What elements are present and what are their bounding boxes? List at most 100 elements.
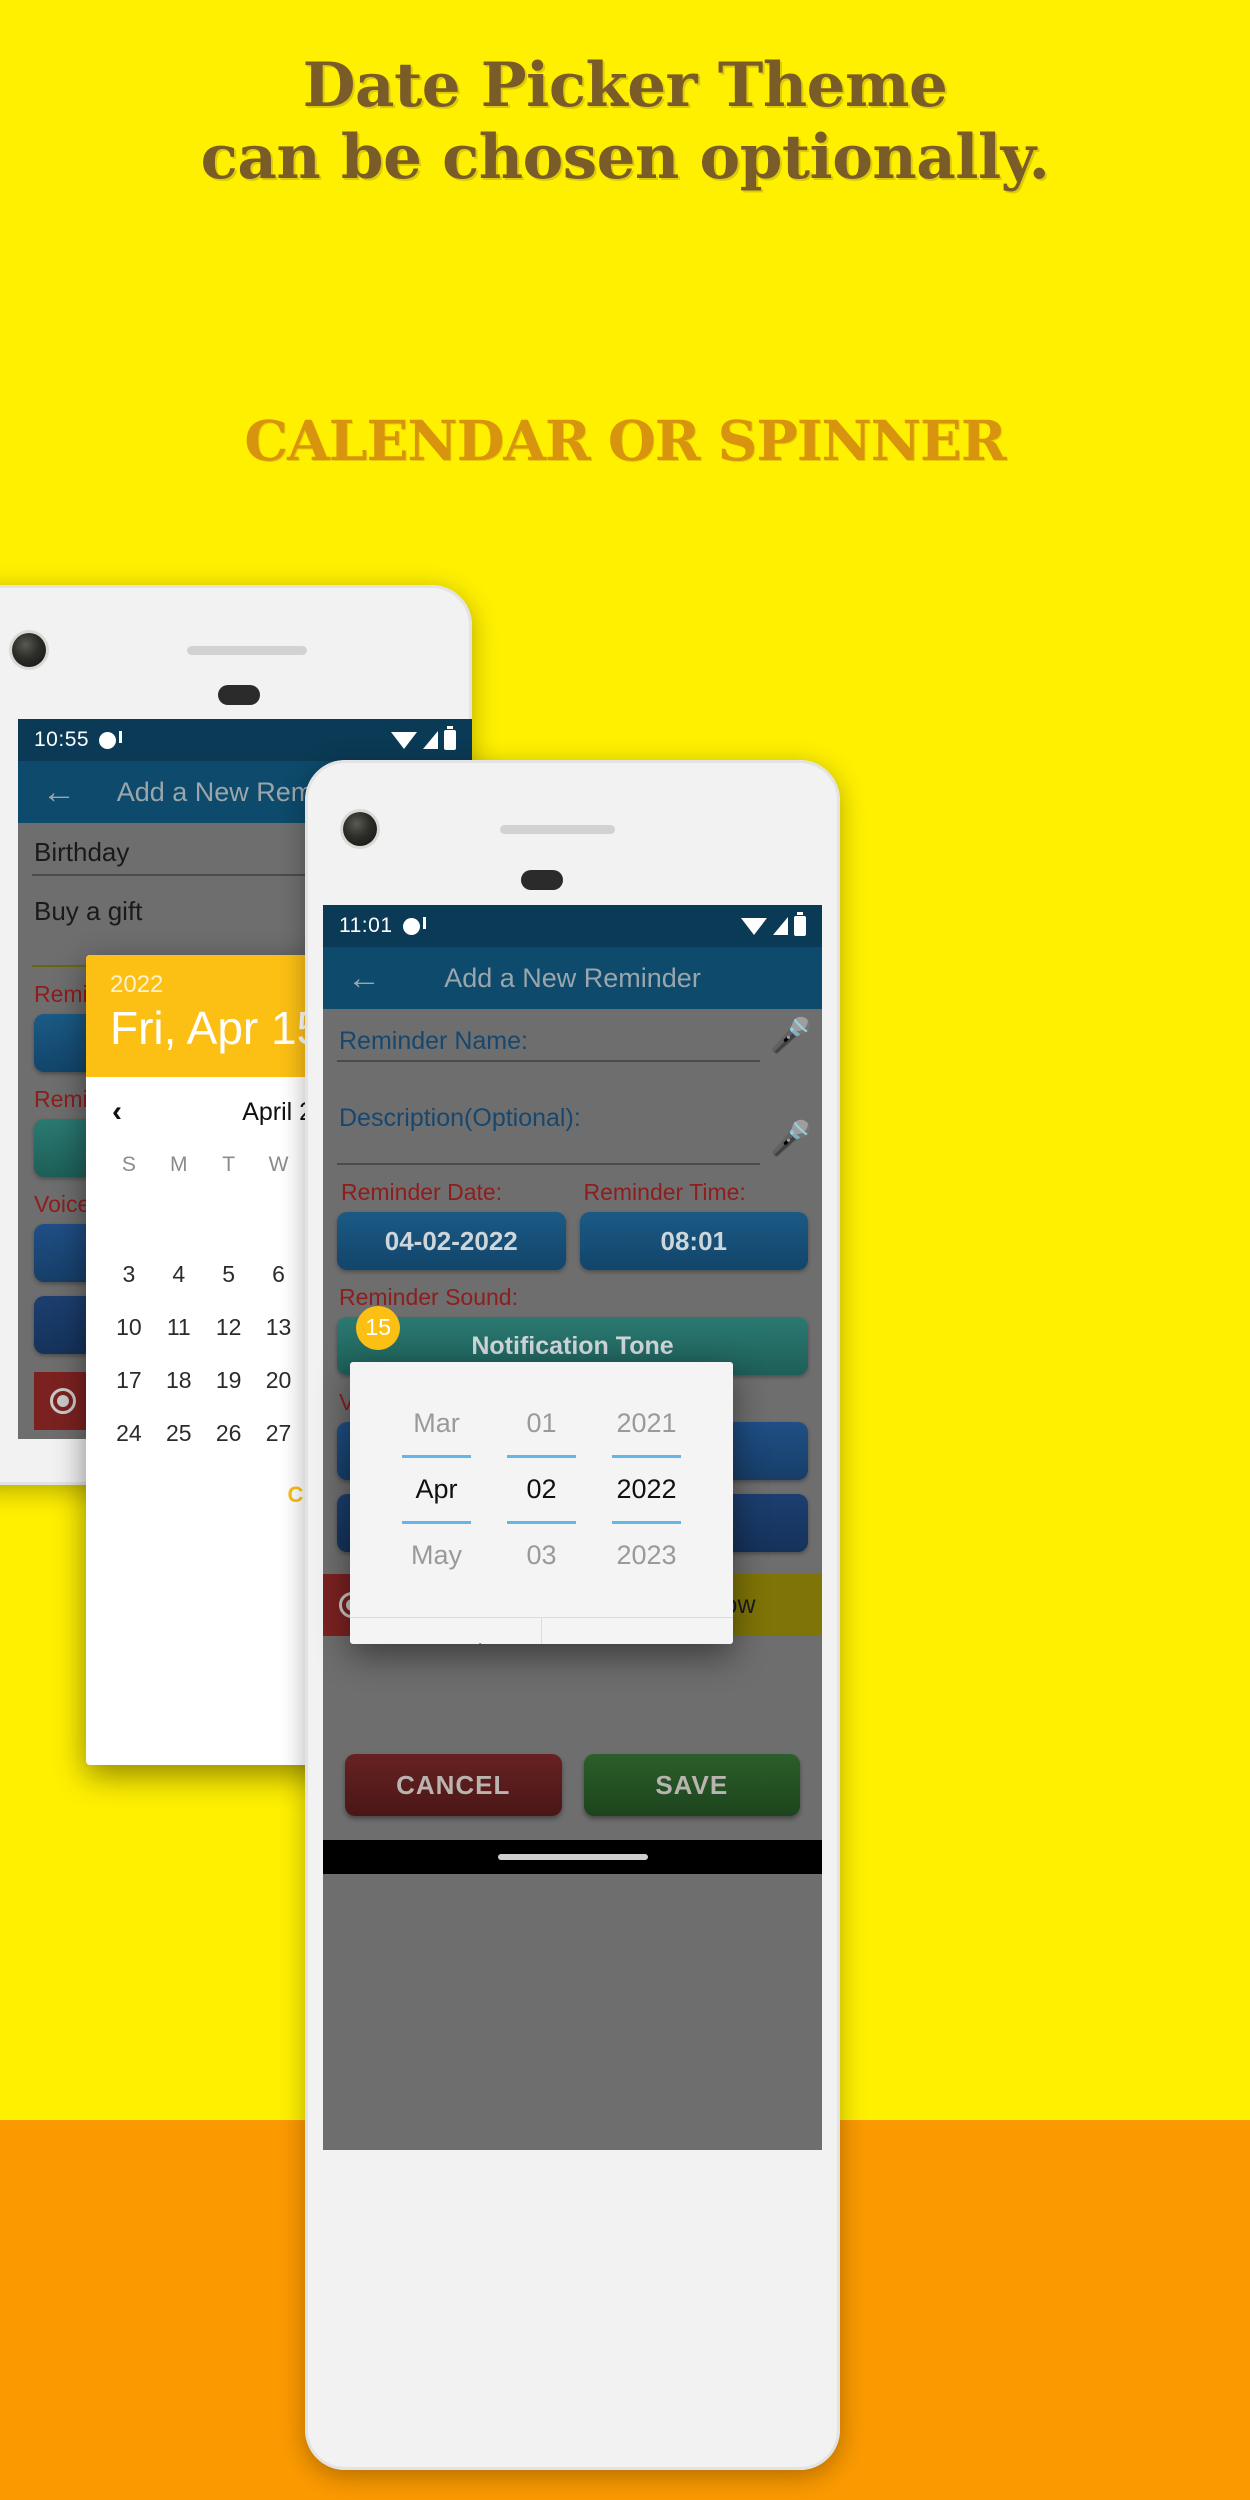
status-icons	[741, 912, 806, 936]
spinner-column-month[interactable]: Mar Apr May	[384, 1392, 489, 1587]
right-status-bar: 11:01	[323, 905, 822, 947]
battery-icon	[444, 726, 456, 750]
calendar-day-label: 17	[116, 1367, 142, 1393]
calendar-dow-1: M	[170, 1153, 188, 1176]
reminder-time-button[interactable]: 08:01	[579, 1212, 808, 1270]
calendar-day-17[interactable]: 17	[104, 1354, 154, 1407]
radio-selected-icon	[50, 1388, 76, 1414]
calendar-dow-3: W	[268, 1153, 289, 1176]
chevron-left-icon[interactable]: ‹	[112, 1095, 152, 1129]
calendar-day-label: 3	[122, 1261, 136, 1287]
calendar-day-label: 12	[215, 1314, 242, 1340]
spinner-ok-button[interactable]: OK	[541, 1618, 733, 1644]
calendar-day-label: 18	[165, 1367, 192, 1393]
sensor-pill	[521, 870, 563, 890]
calendar-day-label: 10	[116, 1314, 142, 1340]
cancel-button[interactable]: CANCEL	[345, 1754, 562, 1816]
microphone-icon: 🎤	[769, 1017, 813, 1055]
calendar-day-11[interactable]: 11	[154, 1301, 204, 1354]
calendar-day-6[interactable]: 6	[254, 1248, 304, 1301]
status-time: 10:55	[34, 728, 90, 751]
calendar-day-label: 5	[222, 1261, 236, 1287]
calendar-day-24[interactable]: 24	[104, 1407, 154, 1460]
spinner-month-prev[interactable]: Mar	[384, 1392, 489, 1455]
headline-line-2: can be chosen optionally.	[200, 121, 1050, 193]
spinner-year-current[interactable]: 2022	[594, 1458, 699, 1521]
spinner-day-next[interactable]: 03	[489, 1524, 594, 1587]
right-navigation-bar	[323, 1840, 822, 1874]
front-camera-icon	[343, 812, 377, 846]
calendar-day-18[interactable]: 18	[154, 1354, 204, 1407]
spinner-dialog-actions: Cancel OK	[350, 1617, 733, 1644]
wifi-icon	[391, 731, 417, 749]
page-title: Date Picker Theme can be chosen optional…	[0, 50, 1250, 194]
calendar-day-label: 27	[265, 1420, 292, 1446]
reminder-date-label: Reminder Date:	[341, 1179, 503, 1205]
microphone-icon: 🎤	[769, 1120, 813, 1158]
calendar-day-20[interactable]: 20	[254, 1354, 304, 1407]
reminder-name-mic-button[interactable]: 🎤	[760, 1016, 822, 1062]
right-app-bar: ← Add a New Reminder	[323, 947, 822, 1009]
calendar-day-13[interactable]: 13	[254, 1301, 304, 1354]
right-bottom-buttons: CANCEL SAVE	[323, 1754, 822, 1816]
calendar-day-3[interactable]: 3	[104, 1248, 154, 1301]
alarm-icon	[99, 730, 123, 749]
calendar-day-27[interactable]: 27	[254, 1407, 304, 1460]
spinner-column-year[interactable]: 2021 2022 2023	[594, 1392, 699, 1587]
spinner-date-picker-dialog[interactable]: MarAprMay010203202120222023 Cancel OK	[350, 1362, 733, 1644]
calendar-day-label: 24	[116, 1420, 142, 1446]
spinner-columns[interactable]: Mar Apr May 01 02 03 2021 2022 2023	[350, 1362, 733, 1617]
signal-icon	[773, 917, 788, 935]
reminder-sound-label: Reminder Sound:	[339, 1284, 518, 1310]
calendar-day-10[interactable]: 10	[104, 1301, 154, 1354]
left-status-bar: 10:55	[18, 719, 472, 761]
calendar-day-label: 26	[215, 1420, 242, 1446]
arrow-left-icon[interactable]: ←	[36, 775, 82, 809]
calendar-day-empty	[254, 1195, 304, 1248]
earpiece-speaker	[500, 825, 615, 834]
spinner-day-prev[interactable]: 01	[489, 1392, 594, 1455]
description-mic-button[interactable]: 🎤	[760, 1119, 822, 1165]
arrow-left-icon[interactable]: ←	[341, 961, 387, 995]
calendar-day-label: 4	[172, 1261, 186, 1287]
battery-icon	[794, 912, 806, 936]
front-camera-icon	[12, 633, 46, 667]
calendar-day-25[interactable]: 25	[154, 1407, 204, 1460]
right-form-spacer	[323, 1636, 822, 1754]
spinner-year-next[interactable]: 2023	[594, 1524, 699, 1587]
spinner-year-prev[interactable]: 2021	[594, 1392, 699, 1455]
spinner-cancel-button[interactable]: Cancel	[350, 1618, 541, 1644]
calendar-day-empty	[204, 1195, 254, 1248]
nav-home-pill[interactable]	[497, 1854, 648, 1860]
calendar-day-12[interactable]: 12	[204, 1301, 254, 1354]
calendar-day-4[interactable]: 4	[154, 1248, 204, 1301]
reminder-name-underline	[337, 1060, 760, 1062]
calendar-day-label: 6	[272, 1261, 285, 1287]
calendar-day-label: 19	[215, 1367, 242, 1393]
calendar-day-5[interactable]: 5	[204, 1248, 254, 1301]
calendar-dow-0: S	[121, 1153, 136, 1176]
alarm-icon	[402, 916, 426, 935]
calendar-day-empty	[104, 1195, 154, 1248]
wifi-icon	[741, 917, 767, 935]
date-time-labels-row: Reminder Date: Reminder Time:	[323, 1165, 822, 1212]
calendar-day-19[interactable]: 19	[204, 1354, 254, 1407]
calendar-day-26[interactable]: 26	[204, 1407, 254, 1460]
calendar-day-label: 25	[165, 1420, 192, 1446]
reminder-name-label: Reminder Name:	[339, 1027, 528, 1055]
spinner-column-day[interactable]: 01 02 03	[489, 1392, 594, 1587]
calendar-day-label: 11	[166, 1314, 191, 1340]
reminder-date-button[interactable]: 04-02-2022	[337, 1212, 566, 1270]
calendar-dow-2: T	[222, 1153, 236, 1176]
reminder-time-label: Reminder Time:	[583, 1179, 746, 1205]
spinner-month-next[interactable]: May	[384, 1524, 489, 1587]
calendar-day-label: 20	[265, 1367, 292, 1393]
calendar-day-label: 13	[265, 1314, 292, 1340]
reminder-name-row: Reminder Name: 🎤	[323, 1009, 822, 1062]
spinner-month-current[interactable]: Apr	[384, 1458, 489, 1521]
sensor-pill	[218, 685, 260, 705]
spinner-day-current[interactable]: 02	[489, 1458, 594, 1521]
save-button[interactable]: SAVE	[583, 1754, 800, 1816]
subheadline: CALENDAR OR SPINNER	[244, 408, 1006, 473]
calendar-day-label: 15	[365, 1314, 391, 1340]
